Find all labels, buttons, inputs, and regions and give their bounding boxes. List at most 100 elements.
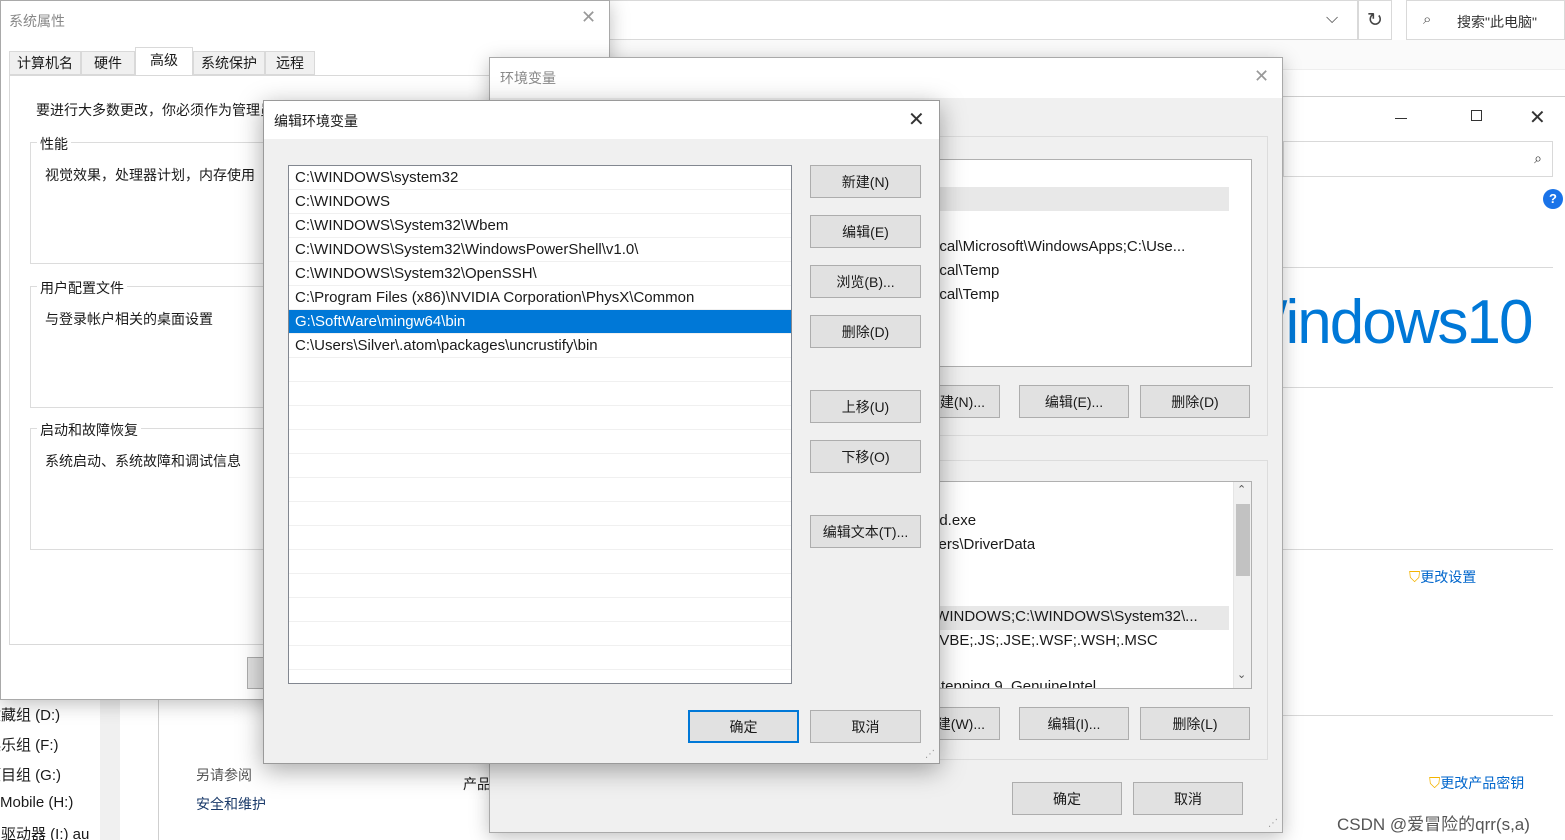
close-icon[interactable]: ✕ xyxy=(1529,105,1546,130)
tab-computer-name[interactable]: 计算机名 xyxy=(9,51,81,75)
group-desc: 视觉效果，处理器计划，内存使用 xyxy=(45,167,255,183)
move-up-button[interactable]: 上移(U) xyxy=(810,390,921,423)
path-list-item[interactable]: C:\Users\Silver\.atom\packages\uncrustif… xyxy=(289,334,791,358)
drive-item[interactable]: D 驱动器 (I:) au xyxy=(0,823,89,840)
path-list[interactable]: C:\WINDOWS\system32 C:\WINDOWS C:\WINDOWS\… xyxy=(288,165,792,684)
address-bar[interactable] xyxy=(600,0,1358,40)
list-item[interactable]: ;.VBE;.JS;.JSE;.WSF;.WSH;.MSC xyxy=(931,632,1158,649)
search-icon: ⌕ xyxy=(1423,11,1432,28)
edit-text-button[interactable]: 编辑文本(T)... xyxy=(810,515,921,548)
ok-button[interactable]: 确定 xyxy=(1012,782,1122,815)
nav-scrollbar[interactable] xyxy=(100,700,120,840)
new-button[interactable]: 新建(N) xyxy=(810,165,921,198)
product-label: 产品 xyxy=(463,776,491,792)
change-key-label: 更改产品密钥 xyxy=(1440,775,1525,791)
resize-grip-icon[interactable]: ⋰ xyxy=(925,749,935,760)
path-list-item[interactable] xyxy=(289,382,791,406)
path-list-item[interactable]: C:\WINDOWS\system32 xyxy=(289,166,791,190)
list-item[interactable]: ocal\Microsoft\WindowsApps;C:\Use... xyxy=(931,238,1231,255)
tab-system-protection[interactable]: 系统保护 xyxy=(193,51,265,75)
path-list-item[interactable] xyxy=(289,550,791,574)
see-also-heading: 另请参阅 xyxy=(196,767,252,783)
browse-button[interactable]: 浏览(B)... xyxy=(810,265,921,298)
search-box[interactable]: ⌕ 搜索"此电脑" xyxy=(1406,0,1565,40)
list-item[interactable]: vers\DriverData xyxy=(931,536,1035,553)
shield-icon: ⛉ xyxy=(1409,569,1421,586)
cancel-button[interactable]: 取消 xyxy=(1133,782,1243,815)
path-list-item[interactable] xyxy=(289,430,791,454)
title-bar xyxy=(490,58,1282,98)
path-list-item[interactable] xyxy=(289,574,791,598)
path-list-item[interactable] xyxy=(289,406,791,430)
vertical-scrollbar[interactable]: ⌃ ⌄ xyxy=(1233,482,1251,688)
user-delete-button[interactable]: 删除(D) xyxy=(1140,385,1250,418)
scroll-up-icon[interactable]: ⌃ xyxy=(1237,483,1246,496)
maximize-icon[interactable] xyxy=(1471,110,1482,121)
tab-remote[interactable]: 远程 xyxy=(265,51,315,75)
close-icon[interactable]: ✕ xyxy=(908,107,925,132)
path-list-item[interactable] xyxy=(289,526,791,550)
user-edit-button[interactable]: 编辑(E)... xyxy=(1019,385,1129,418)
security-link[interactable]: 安全和维护 xyxy=(196,794,266,814)
path-list-item[interactable]: C:\WINDOWS xyxy=(289,190,791,214)
list-item[interactable]: ocal\Temp xyxy=(931,262,999,279)
group-desc: 系统启动、系统故障和调试信息 xyxy=(45,453,241,469)
list-item[interactable]: ocal\Temp xyxy=(931,286,999,303)
search-placeholder: 搜索"此电脑" xyxy=(1457,14,1537,30)
ok-button[interactable]: 确定 xyxy=(688,710,799,743)
tab-advanced[interactable]: 高级 xyxy=(135,47,193,76)
path-list-item[interactable]: C:\WINDOWS\System32\Wbem xyxy=(289,214,791,238)
divider xyxy=(1283,387,1553,388)
tab-hardware[interactable]: 硬件 xyxy=(81,51,135,75)
group-desc: 与登录帐户相关的桌面设置 xyxy=(45,311,213,327)
path-list-item[interactable]: C:\WINDOWS\System32\WindowsPowerShell\v1… xyxy=(289,238,791,262)
divider xyxy=(1283,715,1553,716)
path-list-item[interactable]: G:\SoftWare\mingw64\bin xyxy=(289,310,791,334)
group-title: 性能 xyxy=(37,134,71,154)
change-key-link[interactable]: ⛉更改产品密钥 xyxy=(1429,773,1524,793)
minimize-icon[interactable] xyxy=(1395,118,1407,119)
path-list-item[interactable] xyxy=(289,454,791,478)
shield-icon: ⛉ xyxy=(1429,775,1441,792)
group-title: 启动和故障恢复 xyxy=(37,420,141,440)
divider xyxy=(1283,549,1553,550)
delete-button[interactable]: 删除(D) xyxy=(810,315,921,348)
change-settings-link[interactable]: ⛉更改设置 xyxy=(1409,567,1476,587)
group-title: 用户配置文件 xyxy=(37,278,127,298)
dialog-title: 环境变量 xyxy=(500,70,556,86)
help-icon[interactable]: ? xyxy=(1543,189,1563,209)
title-bar xyxy=(264,101,939,139)
path-list-item[interactable] xyxy=(289,622,791,646)
refresh-icon[interactable]: ↻ xyxy=(1358,0,1392,40)
path-list-item[interactable] xyxy=(289,478,791,502)
scroll-thumb[interactable] xyxy=(1236,504,1250,576)
close-icon[interactable]: ✕ xyxy=(1254,66,1269,87)
cp-search[interactable]: ⌕ xyxy=(1283,141,1553,177)
list-item[interactable]: Stepping 9, GenuineIntel xyxy=(931,678,1096,688)
move-down-button[interactable]: 下移(O) xyxy=(810,440,921,473)
path-list-item[interactable]: C:\WINDOWS\System32\OpenSSH\ xyxy=(289,262,791,286)
drive-item[interactable]: 娱乐组 (F:) xyxy=(0,734,59,755)
path-list-item[interactable]: C:\Program Files (x86)\NVIDIA Corporatio… xyxy=(289,286,791,310)
edit-environment-variable-dialog: 编辑环境变量 ✕ C:\WINDOWS\system32 C:\WINDOWS C:… xyxy=(263,100,940,764)
list-item[interactable]: \WINDOWS;C:\WINDOWS\System32\... xyxy=(931,608,1231,625)
path-list-item[interactable] xyxy=(289,646,791,670)
watermark: CSDN @爱冒险的qrr(s,a) xyxy=(1337,815,1530,834)
close-icon[interactable]: ✕ xyxy=(581,7,596,28)
system-delete-button[interactable]: 删除(L) xyxy=(1140,707,1250,740)
path-list-item[interactable] xyxy=(289,358,791,382)
drive-item[interactable]: Mobile (H:) xyxy=(0,794,73,811)
scroll-down-icon[interactable]: ⌄ xyxy=(1237,668,1246,681)
edit-button[interactable]: 编辑(E) xyxy=(810,215,921,248)
system-edit-button[interactable]: 编辑(I)... xyxy=(1019,707,1129,740)
drive-item[interactable]: 项目组 (G:) xyxy=(0,764,61,785)
dialog-title: 系统属性 xyxy=(9,13,65,29)
chevron-down-icon[interactable]: ⌵ xyxy=(1326,10,1338,28)
change-settings-label: 更改设置 xyxy=(1420,569,1477,585)
drive-item[interactable]: 收藏组 (D:) xyxy=(0,704,60,725)
path-list-item[interactable] xyxy=(289,598,791,622)
path-list-item[interactable] xyxy=(289,502,791,526)
dialog-title: 编辑环境变量 xyxy=(274,113,358,129)
resize-grip-icon[interactable]: ⋰ xyxy=(1268,818,1278,829)
cancel-button[interactable]: 取消 xyxy=(810,710,921,743)
